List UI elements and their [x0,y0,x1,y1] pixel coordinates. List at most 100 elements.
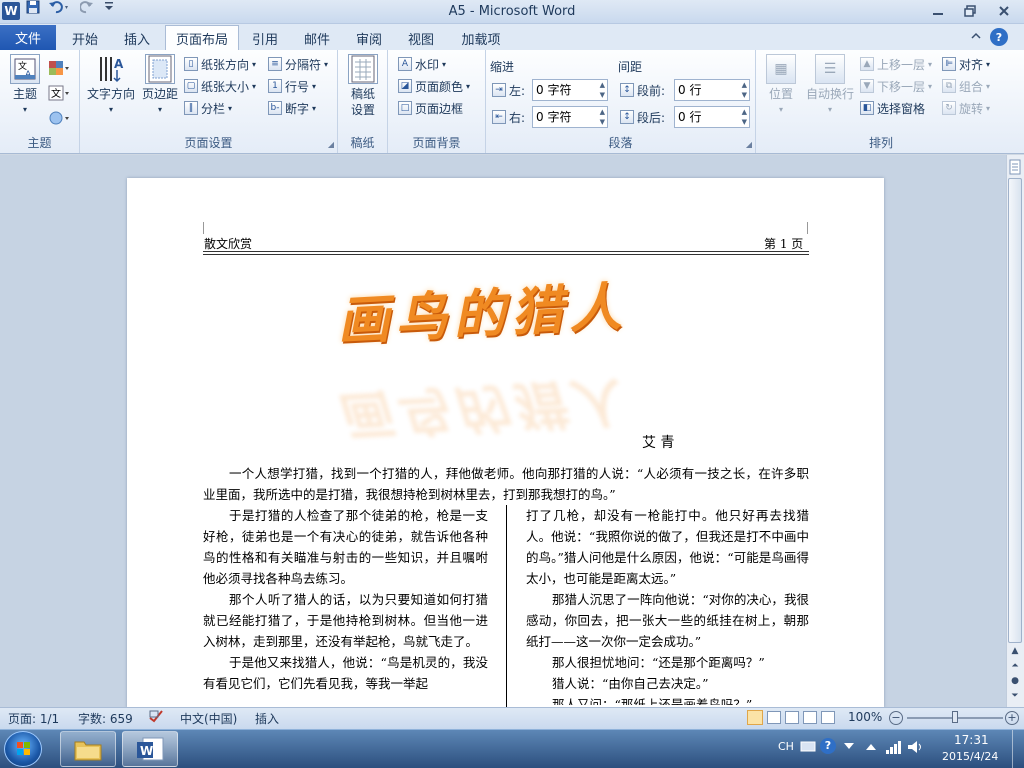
paragraph-launcher-icon[interactable]: ◢ [746,140,752,149]
tab-page-layout[interactable]: 页面布局 [165,25,239,51]
tab-file[interactable]: 文件 [0,25,56,50]
manuscript-settings-label: 稿纸 设置 [350,87,375,117]
tray-time[interactable]: 17:31 [954,733,989,747]
web-layout-view-icon[interactable] [785,711,799,724]
tray-date[interactable]: 2015/4/24 [942,750,998,763]
col2-paragraph-5[interactable]: 那人又问：“那纸上还是画着鸟吗？” [526,694,809,705]
minimize-icon[interactable] [924,1,952,21]
header-left-text[interactable]: 散文欣赏 [204,235,252,252]
hyphenation-button[interactable]: b- 断字 ▾ [268,98,316,118]
header-rule-top [203,251,809,252]
wordart-title[interactable]: 画鸟的猎人 [335,264,629,354]
tray-language[interactable]: CH [778,740,794,753]
minimize-ribbon-icon[interactable] [970,30,984,44]
tab-insert[interactable]: 插入 [112,26,162,50]
group-themes: 文A 主题 ▾ 文 主题 [0,50,80,153]
orientation-button[interactable]: ▯ 纸张方向 ▾ [184,54,256,74]
scroll-up-icon[interactable]: ▲ [1008,646,1022,660]
taskbar-explorer-button[interactable] [60,731,116,767]
status-page[interactable]: 页面: 1/1 [8,710,59,727]
close-icon[interactable] [990,1,1018,21]
theme-fonts-button[interactable]: 文 [48,83,70,103]
tab-references[interactable]: 引用 [242,26,288,50]
align-button[interactable]: ⊫ 对齐 ▾ [942,54,990,74]
breaks-button[interactable]: ≡ 分隔符 ▾ [268,54,328,74]
tab-view[interactable]: 视图 [398,26,444,50]
col1-paragraph-1[interactable]: 于是打猎的人检查了那个徒弟的枪，枪是一支好枪，徒弟也是一个有决心的徒弟，就告诉他… [203,505,488,589]
tray-volume-icon[interactable] [906,738,924,756]
page-borders-button[interactable]: □ 页面边框 [398,98,463,118]
ruler-toggle-icon[interactable] [1008,158,1022,176]
group-manuscript: 稿纸 设置 稿纸 [338,50,388,153]
send-backward-button[interactable]: ▼ 下移一层 ▾ [860,76,932,96]
header-right-text[interactable]: 第 1 页 [764,235,803,252]
draft-view-icon[interactable] [821,711,835,724]
group-label-page-setup: 页面设置 [184,136,233,150]
selection-pane-button[interactable]: ◧ 选择窗格 [860,98,925,118]
indent-right-input[interactable]: 0 字符 ▲ ▼ [532,106,608,128]
status-word-count[interactable]: 字数: 659 [78,710,133,727]
help-icon[interactable]: ? [990,28,1008,46]
line-numbers-button[interactable]: 1 行号 ▾ [268,76,316,96]
columns-label: 分栏 [201,101,226,116]
start-button[interactable] [4,731,42,767]
tab-mailings[interactable]: 邮件 [294,26,340,50]
vertical-scroll-thumb[interactable] [1008,178,1022,643]
previous-page-icon[interactable]: ⏶ [1008,661,1022,675]
tray-options-icon[interactable] [842,738,856,754]
wrap-text-button[interactable]: ☰ 自动换行 ▾ [804,54,856,118]
margins-button[interactable]: 页边距 ▾ [138,54,182,118]
spacing-after-input[interactable]: 0 行 ▲ ▼ [674,106,750,128]
next-page-icon[interactable]: ⏷ [1008,691,1022,705]
rotate-button[interactable]: ↻ 旋转 ▾ [942,98,990,118]
tray-help-icon[interactable]: ? [820,738,836,754]
status-insert-mode[interactable]: 插入 [255,710,279,727]
group-objects-button[interactable]: ⧉ 组合 ▾ [942,76,990,96]
bring-forward-button[interactable]: ▲ 上移一层 ▾ [860,54,932,74]
spacing-before-input[interactable]: 0 行 ▲ ▼ [674,79,750,101]
zoom-in-icon[interactable]: + [1005,711,1019,725]
status-zoom-level[interactable]: 100% [848,710,882,724]
outline-view-icon[interactable] [803,711,817,724]
indent-left-input[interactable]: 0 字符 ▲ ▼ [532,79,608,101]
theme-colors-button[interactable] [48,58,70,78]
zoom-slider-thumb[interactable] [952,711,958,723]
col2-paragraph-3[interactable]: 那人很担忧地问：“还是那个距离吗？” [526,652,809,673]
page-setup-launcher-icon[interactable]: ◢ [328,140,334,149]
tray-show-hidden-icon[interactable] [864,740,878,754]
col2-paragraph-4[interactable]: 猎人说：“由你自己去决定。” [526,673,809,694]
tab-review[interactable]: 审阅 [346,26,392,50]
page-color-button[interactable]: ◪ 页面颜色 ▾ [398,76,470,96]
full-screen-reading-view-icon[interactable] [767,711,781,724]
proofing-icon[interactable] [148,709,166,726]
manuscript-settings-button[interactable]: 稿纸 设置 [344,54,382,118]
theme-fonts-icon: 文 [48,85,69,101]
tray-keyboard-icon[interactable] [800,738,816,754]
zoom-out-icon[interactable]: − [889,711,903,725]
theme-effects-button[interactable] [48,108,70,128]
position-button[interactable]: ▦ 位置 ▾ [764,54,798,118]
size-button[interactable]: ▢ 纸张大小 ▾ [184,76,256,96]
column-right: 打了几枪，却没有一枪能打中。他只好再去找猎人。他说：“我照你说的做了，但我还是打… [526,505,809,705]
col2-paragraph-1[interactable]: 打了几枪，却没有一枪能打中。他只好再去找猎人。他说：“我照你说的做了，但我还是打… [526,505,809,589]
status-language[interactable]: 中文(中国) [180,710,237,727]
themes-button[interactable]: 文A 主题 ▾ [6,54,44,118]
page-borders-label: 页面边框 [415,101,464,116]
col1-paragraph-3[interactable]: 于是他又来找猎人，他说：“鸟是机灵的，我没有看见它们，它们先看见我，等我一举起 [203,652,488,694]
col1-paragraph-2[interactable]: 那个人听了猎人的话，以为只要知道如何打猎就已经能打猎了，于是他持枪到树林。但当他… [203,589,488,652]
text-direction-button[interactable]: A 文字方向 ▾ [86,54,136,118]
watermark-button[interactable]: A 水印 ▾ [398,54,446,74]
author-name[interactable]: 艾 青 [642,432,674,452]
show-desktop-button[interactable] [1012,730,1024,768]
tray-network-icon[interactable] [884,738,902,756]
taskbar-word-button[interactable]: W [122,731,178,767]
intro-paragraph[interactable]: 一个人想学打猎，找到一个打猎的人，拜他做老师。他向那打猎的人说：“人必须有一技之… [203,463,809,505]
print-layout-view-icon[interactable] [747,710,763,725]
tab-addins[interactable]: 加载项 [452,26,510,50]
columns-button[interactable]: ‖ 分栏 ▾ [184,98,232,118]
group-arrange: ▦ 位置 ▾ ☰ 自动换行 ▾ ▲ 上移一层 ▾ ▼ 下移一层 ▾ ◧ 选择窗格 ⊫ 对齐 ▾… [756,50,1006,153]
tab-home[interactable]: 开始 [60,26,110,50]
col2-paragraph-2[interactable]: 那猎人沉思了一阵向他说：“对你的决心，我很感动，你回去，把一张大一些的纸挂在树上… [526,589,809,652]
browse-object-icon[interactable]: ● [1008,676,1022,690]
restore-icon[interactable] [956,1,984,21]
